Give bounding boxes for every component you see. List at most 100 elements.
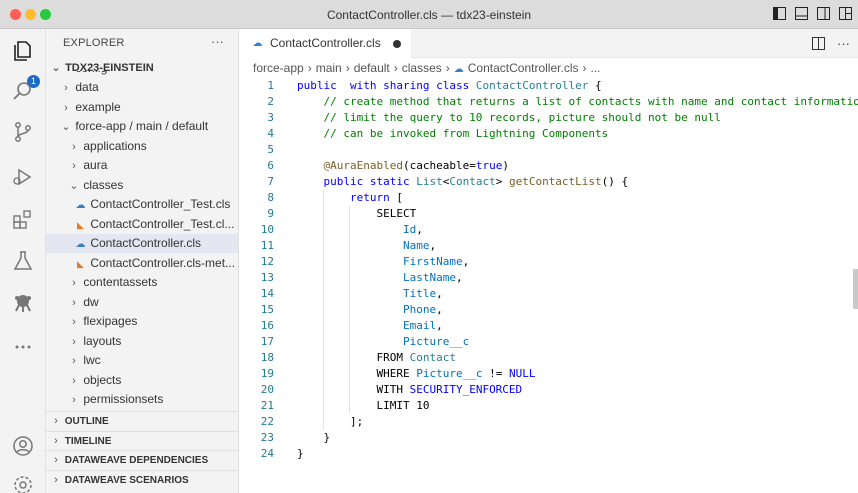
editor-scrollbar[interactable]	[853, 269, 858, 309]
apex-class-icon: ☁	[75, 200, 86, 211]
breadcrumb-item[interactable]: force-app	[253, 61, 304, 75]
panel-header[interactable]: › TIMELINE	[46, 430, 238, 451]
tree-item[interactable]: › contentassets	[46, 273, 238, 292]
panel-header[interactable]: › OUTLINE	[46, 411, 238, 431]
code-line[interactable]: 14 Title,	[239, 286, 858, 302]
account-icon[interactable]	[11, 434, 35, 458]
settings-gear-icon[interactable]	[11, 473, 35, 493]
code-text: WITH SECURITY_ENFORCED	[297, 382, 522, 398]
explorer-more-actions-icon[interactable]: ···	[211, 34, 224, 49]
tree-item[interactable]: › applications	[46, 137, 238, 156]
code-line[interactable]: 19 WHERE Picture__c != NULL	[239, 366, 858, 382]
code-text: Title,	[297, 286, 443, 302]
explorer-icon[interactable]	[11, 39, 35, 63]
panel-header-label: DATAWEAVE DEPENDENCIES	[64, 455, 209, 466]
toggle-secondary-sidebar-icon[interactable]	[817, 7, 830, 20]
code-token: [	[389, 191, 403, 204]
panel-header[interactable]: › DATAWEAVE SCENARIOS	[46, 469, 238, 490]
code-line[interactable]: 3 // limit the query to 10 records, pict…	[239, 110, 858, 126]
code-token: FirstName	[297, 255, 463, 268]
tab-contactcontroller[interactable]: ☁ ContactController.cls	[239, 29, 411, 58]
split-editor-icon[interactable]	[812, 37, 825, 50]
code-text: // can be invoked from Lightning Compone…	[297, 126, 608, 142]
code-line[interactable]: 17 Picture__c	[239, 334, 858, 350]
salesforce-org-icon[interactable]	[11, 291, 35, 315]
chevron-down-icon: ⌄	[61, 121, 71, 133]
toggle-sidebar-icon[interactable]	[773, 7, 786, 20]
chevron-right-icon: ›	[72, 394, 76, 406]
breadcrumb-item[interactable]: default	[354, 61, 390, 75]
code-token: )	[502, 159, 509, 172]
tree-item[interactable]: ☁ ContactController_Test.cls	[46, 195, 238, 214]
search-icon[interactable]	[11, 79, 35, 103]
tree-item[interactable]: › dw	[46, 293, 238, 312]
tree-item[interactable]: ⌄ classes	[46, 176, 238, 195]
panel-header[interactable]: › DATAWEAVE DEPENDENCIES	[46, 450, 238, 470]
tree-item[interactable]: › flexipages	[46, 312, 238, 331]
code-line[interactable]: 7 public static List<Contact> getContact…	[239, 174, 858, 190]
breadcrumb-item[interactable]: ContactController.cls	[468, 61, 579, 75]
tree-item[interactable]: ☁ ContactController.cls	[46, 234, 238, 253]
code-text: Name,	[297, 238, 436, 254]
customize-layout-icon[interactable]	[839, 7, 852, 20]
breadcrumb-separator-icon: ›	[445, 61, 450, 75]
editor-more-actions-icon[interactable]: ···	[837, 36, 850, 51]
tree-item[interactable]: › permissionsets	[46, 390, 238, 409]
apex-class-icon: ☁	[75, 239, 86, 250]
code-line[interactable]: 10 Id,	[239, 222, 858, 238]
more-views-icon[interactable]	[11, 335, 35, 359]
code-line[interactable]: 15 Phone,	[239, 302, 858, 318]
chevron-right-icon: ›	[60, 71, 72, 78]
code-line[interactable]: 6 @AuraEnabled(cacheable=true)	[239, 158, 858, 174]
code-line[interactable]: 20 WITH SECURITY_ENFORCED	[239, 382, 858, 398]
code-line[interactable]: 5	[239, 142, 858, 158]
tree-item[interactable]: ◣ ContactController.cls-met...	[46, 254, 238, 273]
code-line[interactable]: 11 Name,	[239, 238, 858, 254]
tree-item[interactable]: › config	[46, 71, 238, 78]
code-line[interactable]: 4 // can be invoked from Lightning Compo…	[239, 126, 858, 142]
code-line[interactable]: 9 SELECT	[239, 206, 858, 222]
tree-item-label: layouts	[83, 333, 122, 348]
breadcrumb: force-app › main › default › classes › ☁ ContactC…	[253, 61, 605, 75]
tree-item[interactable]: › data	[46, 78, 238, 97]
tree-item[interactable]: › example	[46, 98, 238, 117]
line-number: 3	[267, 111, 274, 124]
code-line[interactable]: 1 public with sharing class ContactContro…	[239, 78, 858, 94]
tree-item[interactable]: › aura	[46, 156, 238, 175]
testing-icon[interactable]	[11, 249, 35, 273]
code-line[interactable]: 22 ];	[239, 414, 858, 430]
code-line[interactable]: 16 Email,	[239, 318, 858, 334]
code-token: SECURITY_ENFORCED	[409, 383, 523, 396]
chevron-right-icon: ›	[54, 434, 58, 447]
tree-item-label: ContactController_Test.cls	[90, 197, 231, 211]
code-line[interactable]: 12 FirstName,	[239, 254, 858, 270]
code-token: ContactController	[469, 79, 589, 92]
toggle-panel-icon[interactable]	[795, 7, 808, 20]
source-control-icon[interactable]	[11, 120, 35, 144]
extensions-icon[interactable]	[11, 207, 35, 231]
line-number: 4	[267, 127, 274, 140]
tree-item[interactable]: › lwc	[46, 351, 238, 370]
code-line[interactable]: 13 LastName,	[239, 270, 858, 286]
tree-item[interactable]: › layouts	[46, 332, 238, 351]
tree-item[interactable]: ◣ ContactController_Test.cl...	[46, 215, 238, 234]
line-number: 13	[260, 271, 274, 284]
run-debug-icon[interactable]	[11, 165, 35, 189]
code-text: ];	[297, 414, 363, 430]
breadcrumb-item[interactable]: main	[316, 61, 342, 75]
code-line[interactable]: 23 }	[239, 430, 858, 446]
tree-item[interactable]: › objects	[46, 371, 238, 390]
chevron-right-icon: ›	[72, 296, 76, 309]
code-token: Id	[297, 223, 417, 236]
code-line[interactable]: 24}	[239, 446, 858, 462]
unsaved-dot-icon[interactable]	[392, 39, 401, 48]
code-line[interactable]: 2 // create method that returns a list o…	[239, 94, 858, 110]
breadcrumb-item[interactable]: classes	[402, 61, 442, 75]
breadcrumb-item[interactable]: ...	[590, 61, 600, 75]
code-line[interactable]: 18 FROM Contact	[239, 350, 858, 366]
line-number: 16	[260, 319, 274, 332]
chevron-right-icon: ›	[54, 415, 58, 427]
code-line[interactable]: 8 return [	[239, 190, 858, 206]
code-line[interactable]: 21 LIMIT 10	[239, 398, 858, 414]
tree-item[interactable]: ⌄ force-app / main / default	[46, 117, 238, 136]
